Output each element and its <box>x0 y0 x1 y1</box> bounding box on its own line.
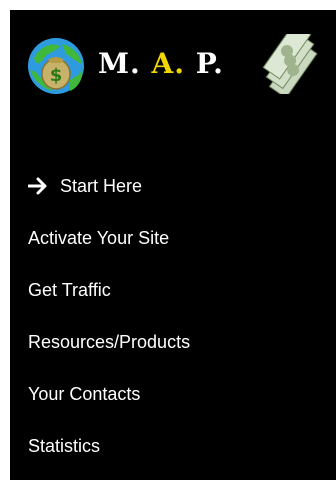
svg-text:$: $ <box>50 65 63 86</box>
money-globe-icon: $ <box>28 38 84 94</box>
nav-item-label: Your Contacts <box>28 383 141 404</box>
main-nav: Start Here Activate Your Site Get Traffi… <box>10 160 336 472</box>
nav-item-your-contacts[interactable]: Your Contacts <box>10 368 336 420</box>
brand-text-part2: A. <box>151 47 185 80</box>
sidebar-panel: $ M. A. P. Start Here Activate Your Site… <box>10 10 336 480</box>
nav-item-label: Start Here <box>60 175 143 196</box>
dollar-bills-icon <box>262 34 318 94</box>
arrow-right-icon <box>28 177 47 195</box>
nav-item-statistics[interactable]: Statistics <box>10 420 336 472</box>
brand-text-part3: P. <box>184 47 224 80</box>
site-logo[interactable]: $ M. A. P. <box>10 10 336 120</box>
nav-item-label: Statistics <box>28 435 101 456</box>
brand-text: M. A. P. <box>98 50 224 78</box>
nav-item-label: Get Traffic <box>28 279 111 300</box>
brand-text-part1: M. <box>98 47 152 80</box>
nav-item-label: Activate Your Site <box>28 227 170 248</box>
nav-item-label: Resources/Products <box>28 331 191 352</box>
nav-item-activate-your-site[interactable]: Activate Your Site <box>10 212 336 264</box>
nav-item-resources-products[interactable]: Resources/Products <box>10 316 336 368</box>
nav-item-get-traffic[interactable]: Get Traffic <box>10 264 336 316</box>
nav-item-start-here[interactable]: Start Here <box>10 160 336 212</box>
